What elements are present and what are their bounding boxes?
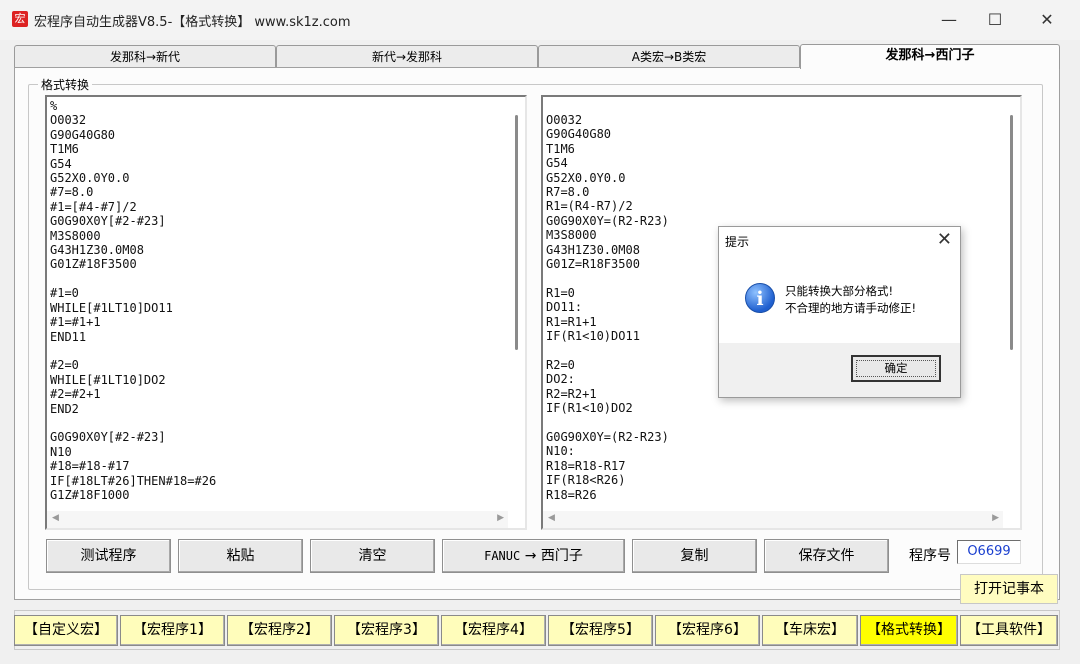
dialog-title: 提示 <box>725 235 750 249</box>
tab-fanuc-to-syntec[interactable]: 发那科→新代 <box>14 45 276 67</box>
macro-tab-5[interactable]: 【宏程序5】 <box>548 615 653 646</box>
program-number-label: 程序号 <box>909 548 951 564</box>
scroll-right-icon[interactable]: ▶ <box>497 513 504 523</box>
program-number-input[interactable]: O6699 <box>957 540 1021 564</box>
window-title: 宏程序自动生成器V8.5-【格式转换】 www.sk1z.com <box>34 15 351 30</box>
convert-fanuc-to-siemens-button[interactable]: FANUC → 西门子 <box>442 539 625 573</box>
dialog-ok-button[interactable]: 确定 <box>851 355 941 382</box>
dialog-message-line1: 只能转换大部分格式! <box>785 284 894 298</box>
macro-tab-3[interactable]: 【宏程序3】 <box>334 615 439 646</box>
scroll-left-icon[interactable]: ◀ <box>52 513 59 523</box>
minimize-button[interactable]: — <box>926 6 972 34</box>
scroll-right-icon[interactable]: ▶ <box>992 513 999 523</box>
macro-tab-format-convert[interactable]: 【格式转换】 <box>860 615 958 646</box>
convert-from-label: FANUC <box>484 549 521 563</box>
macro-tab-lathe[interactable]: 【车床宏】 <box>762 615 858 646</box>
tab-a-macro-to-b-macro[interactable]: A类宏→B类宏 <box>538 45 800 67</box>
macro-tab-tools[interactable]: 【工具软件】 <box>960 615 1058 646</box>
result-code-text: O0032 G90G40G80 T1M6 G54 G52X0.0Y0.0 R7=… <box>546 113 669 502</box>
macro-tab-4[interactable]: 【宏程序4】 <box>441 615 546 646</box>
focus-ring <box>856 360 936 377</box>
group-title: 格式转换 <box>38 76 93 93</box>
tab-syntec-to-fanuc[interactable]: 新代→发那科 <box>276 45 538 67</box>
app-logo-icon: 宏 <box>12 11 28 27</box>
copy-button[interactable]: 复制 <box>632 539 757 573</box>
result-vertical-scrollbar[interactable] <box>1003 97 1020 513</box>
source-code-text: % O0032 G90G40G80 T1M6 G54 G52X0.0Y0.0 #… <box>50 99 217 502</box>
close-button[interactable]: ✕ <box>1024 6 1070 34</box>
convert-to-label: 西门子 <box>540 548 583 564</box>
maximize-button[interactable]: ☐ <box>972 6 1018 34</box>
open-notepad-button[interactable]: 打开记事本 <box>960 574 1058 604</box>
clear-button[interactable]: 清空 <box>310 539 435 573</box>
dialog-message-line2: 不合理的地方请手动修正! <box>785 301 917 315</box>
dialog-footer: 确定 <box>719 343 960 397</box>
tab-fanuc-to-siemens[interactable]: 发那科→西门子 <box>800 44 1060 69</box>
result-scroll-thumb[interactable] <box>1010 115 1013 350</box>
macro-tab-2[interactable]: 【宏程序2】 <box>227 615 332 646</box>
source-vertical-scrollbar[interactable] <box>508 97 525 513</box>
title-bar: 宏 宏程序自动生成器V8.5-【格式转换】 www.sk1z.com — ☐ ✕ <box>0 0 1080 40</box>
macro-tab-6[interactable]: 【宏程序6】 <box>655 615 760 646</box>
macro-tab-custom[interactable]: 【自定义宏】 <box>14 615 118 646</box>
scroll-left-icon[interactable]: ◀ <box>548 513 555 523</box>
arrow-right-icon: → <box>524 548 537 564</box>
source-code-textarea[interactable]: % O0032 G90G40G80 T1M6 G54 G52X0.0Y0.0 #… <box>45 95 527 530</box>
result-horizontal-scrollbar[interactable]: ◀ ▶ <box>543 511 1003 528</box>
test-program-button[interactable]: 测试程序 <box>46 539 171 573</box>
source-scroll-thumb[interactable] <box>515 115 518 350</box>
source-horizontal-scrollbar[interactable]: ◀ ▶ <box>47 511 508 528</box>
dialog-close-icon[interactable]: ✕ <box>937 229 952 250</box>
save-file-button[interactable]: 保存文件 <box>764 539 889 573</box>
message-dialog: 提示 ✕ i 只能转换大部分格式! 不合理的地方请手动修正! 确定 <box>718 226 961 398</box>
info-icon: i <box>745 283 775 313</box>
paste-button[interactable]: 粘贴 <box>178 539 303 573</box>
macro-tab-1[interactable]: 【宏程序1】 <box>120 615 225 646</box>
